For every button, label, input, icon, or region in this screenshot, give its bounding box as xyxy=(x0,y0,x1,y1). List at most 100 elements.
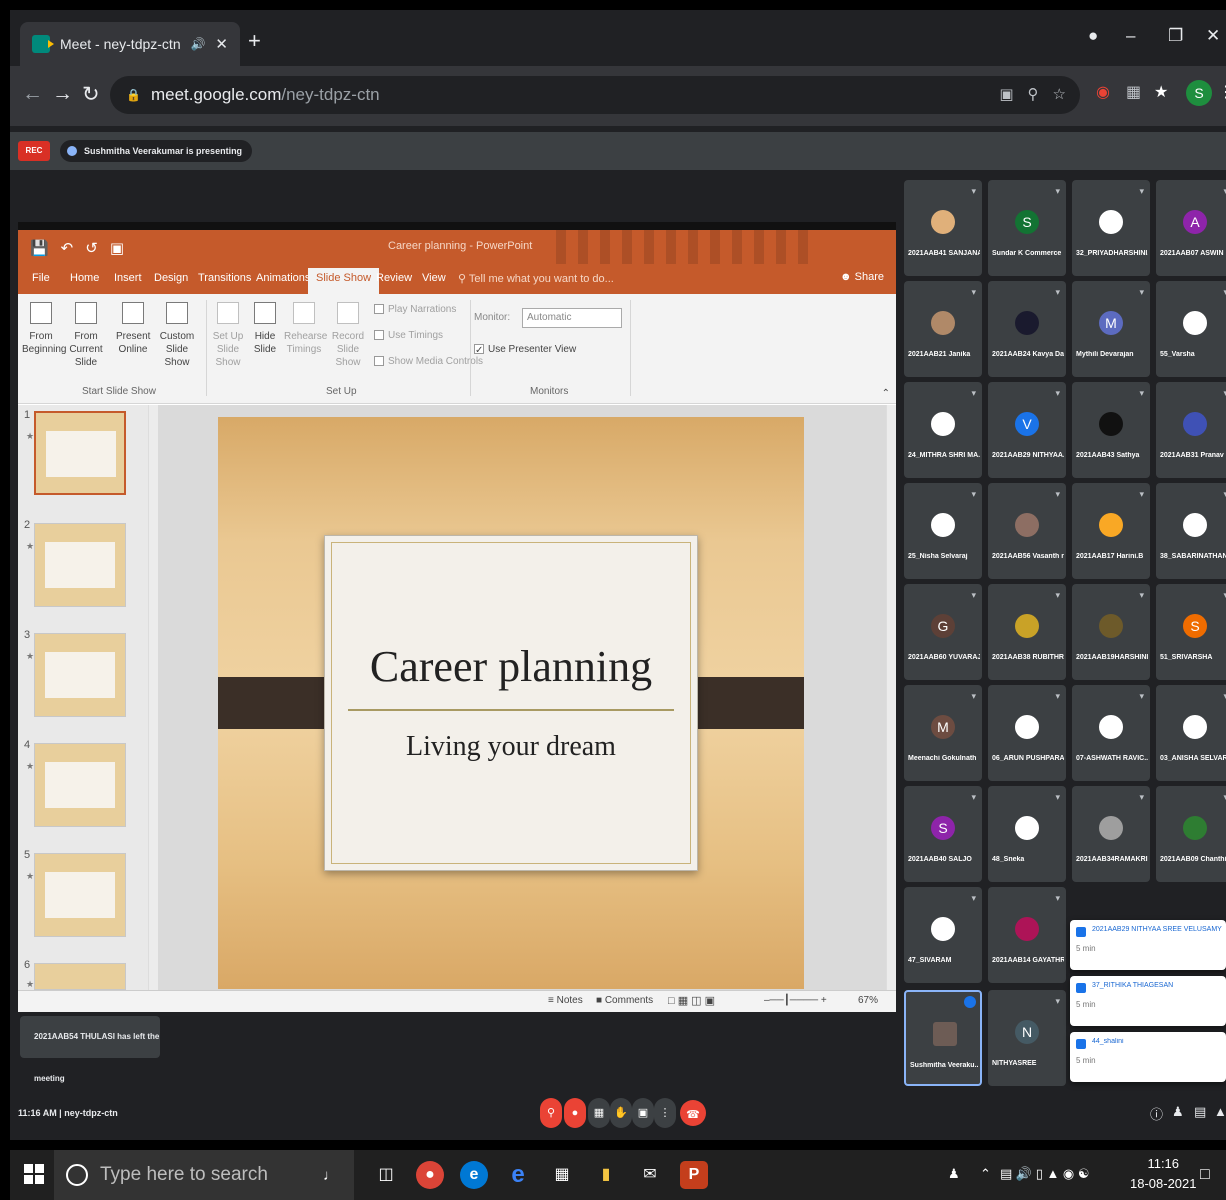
participant-tile[interactable]: ▾ 2021AAB09 Chanthi... xyxy=(1156,786,1226,882)
meeting-details[interactable]: 11:16 AM | ney-tdpz-ctn xyxy=(18,1108,118,1118)
task-view-icon[interactable]: ◫ xyxy=(372,1161,400,1189)
notifications-icon[interactable]: □ xyxy=(1200,1166,1210,1184)
participant-tile[interactable]: ▾ 07-ASHWATH RAVIC... xyxy=(1072,685,1150,781)
microphone-icon[interactable]: ♩ xyxy=(323,1167,338,1184)
participant-tile[interactable]: ▾38_SABARINATHAN... xyxy=(1156,483,1226,579)
tab-review[interactable]: Review xyxy=(376,272,412,284)
monitor-select[interactable]: Automatic xyxy=(522,308,622,328)
participant-tile[interactable]: ▾ 2021AAB38 RUBITHR... xyxy=(988,584,1066,680)
tab-home[interactable]: Home xyxy=(70,272,99,284)
back-button[interactable]: ← xyxy=(22,82,43,106)
self-tile[interactable]: Sushmitha Veeraku... xyxy=(904,990,982,1086)
slide-thumbnail-6[interactable] xyxy=(34,963,126,990)
more-options-icon[interactable] xyxy=(964,996,976,1008)
restore-button[interactable]: ❐ xyxy=(1168,26,1183,46)
extension-record-icon[interactable]: ◉ xyxy=(1096,82,1110,102)
activities-icon[interactable]: ▲ xyxy=(1214,1104,1226,1119)
present-now-button[interactable]: ▣ xyxy=(632,1098,654,1128)
set-up-slide-show-button[interactable]: Set Up Slide Show xyxy=(208,302,248,369)
participant-tile[interactable]: ▾ 48_Sneka xyxy=(988,786,1066,882)
participant-tile[interactable]: ▾ 55_Varsha xyxy=(1156,281,1226,377)
meeting-info-icon[interactable]: ⓘ xyxy=(1150,1104,1163,1123)
tab-transitions[interactable]: Transitions xyxy=(198,272,251,284)
raise-hand-button[interactable]: ✋ xyxy=(610,1098,632,1128)
participant-tile[interactable]: ▾ G 2021AAB60 YUVARAJ... xyxy=(904,584,982,680)
rehearse-timings-button[interactable]: Rehearse Timings xyxy=(284,302,327,356)
zoom-icon[interactable]: ⚲ xyxy=(1028,85,1039,103)
leave-call-button[interactable]: ☎ xyxy=(680,1100,706,1126)
tab-slide-show[interactable]: Slide Show xyxy=(308,268,380,294)
participant-tile[interactable]: ▾ 2021AAB17 Harini.B xyxy=(1072,483,1150,579)
thumbnails-scrollbar[interactable] xyxy=(148,405,158,990)
participant-tile[interactable]: ▾ 24_MITHRA SHRI MA... xyxy=(904,382,982,478)
zoom-slider[interactable]: –──┃──── + xyxy=(764,995,827,1006)
cortana-icon[interactable] xyxy=(66,1164,88,1186)
chat-popup[interactable]: 44_shalini 5 min xyxy=(1070,1032,1226,1082)
from-beginning-button[interactable]: From Beginning xyxy=(22,302,66,356)
captions-button[interactable]: ▦ xyxy=(588,1098,610,1128)
taskbar-search[interactable]: Type here to search ♩ xyxy=(54,1150,354,1200)
browser-tab[interactable]: Meet - ney-tdpz-ctn 🔊 ✕ xyxy=(20,22,240,66)
participant-tile[interactable]: ▾ 2021AAB56 Vasanth r... xyxy=(988,483,1066,579)
bookmark-star-icon[interactable]: ☆ xyxy=(1053,85,1066,103)
tab-view[interactable]: View xyxy=(422,272,446,284)
participant-tile[interactable]: ▾ S 2021AAB40 SALJO xyxy=(904,786,982,882)
forward-button[interactable]: → xyxy=(52,82,73,106)
present-online-button[interactable]: Present Online xyxy=(116,302,150,356)
slide-subtitle[interactable]: Living your dream xyxy=(332,731,690,763)
tab-animations[interactable]: Animations xyxy=(256,272,310,284)
extension-puzzle-icon[interactable]: ▦ xyxy=(1126,82,1141,102)
participant-tile[interactable]: ▾ 2021AAB21 Janika xyxy=(904,281,982,377)
participant-tile[interactable]: ▾ 32_PRIYADHARSHINI... xyxy=(1072,180,1150,276)
slide-thumbnail-5[interactable] xyxy=(34,853,126,937)
participant-tile[interactable]: ▾ 2021AAB14 GAYATHR... xyxy=(988,887,1066,983)
use-timings-checkbox[interactable]: Use Timings xyxy=(374,330,443,341)
zoom-level[interactable]: 67% xyxy=(858,995,878,1006)
chat-popup[interactable]: 2021AAB29 NITHYAA SREE VELUSAMY 5 min xyxy=(1070,920,1226,970)
powerpoint-icon[interactable]: P xyxy=(680,1161,708,1189)
audio-playing-icon[interactable]: 🔊 xyxy=(190,37,205,51)
chrome-menu-icon[interactable]: ⋮ xyxy=(1218,82,1226,102)
store-icon[interactable]: ▦ xyxy=(548,1161,576,1189)
open-in-app-icon[interactable]: ▣ xyxy=(999,85,1013,103)
participant-tile[interactable]: ▾ M Mythili Devarajan xyxy=(1072,281,1150,377)
slide-thumbnail-2[interactable] xyxy=(34,523,126,607)
participant-tile[interactable]: ▾ S Sundar K Commerce xyxy=(988,180,1066,276)
more-options-button[interactable]: ⋮ xyxy=(654,1098,676,1128)
mic-off-button[interactable]: ⚲ xyxy=(540,1098,562,1128)
participant-tile[interactable]: ▾ S 51_SRIVARSHA xyxy=(1156,584,1226,680)
close-window-button[interactable]: ✕ xyxy=(1206,26,1220,46)
participant-tile[interactable]: ▾ 2021AAB41 SANJANA xyxy=(904,180,982,276)
tell-me-search[interactable]: ⚲ Tell me what you want to do... xyxy=(458,272,614,285)
participant-tile[interactable]: ▾ 2021AAB43 Sathya xyxy=(1072,382,1150,478)
use-presenter-view-checkbox[interactable]: ✓ Use Presenter View xyxy=(474,344,576,356)
participant-tile[interactable]: ▾ 2021AAB19HARSHINI... xyxy=(1072,584,1150,680)
from-current-button[interactable]: From Current Slide xyxy=(64,302,108,369)
tab-file[interactable]: File xyxy=(32,272,50,284)
participant-tile[interactable]: ▾ N NITHYASREE xyxy=(988,990,1066,1086)
taskbar-clock[interactable]: 11:16 18-08-2021 xyxy=(1130,1154,1197,1194)
participant-tile[interactable]: ▾ A 2021AAB07 ASWIN xyxy=(1156,180,1226,276)
file-explorer-icon[interactable]: ▮ xyxy=(592,1161,620,1189)
participant-tile[interactable]: ▾03_ANISHA SELVARAJ xyxy=(1156,685,1226,781)
slide-thumbnail-3[interactable] xyxy=(34,633,126,717)
show-hidden-icons[interactable]: ⌃ xyxy=(980,1166,991,1182)
participant-tile[interactable]: ▾ M Meenachi Gokulnath xyxy=(904,685,982,781)
chrome-icon[interactable]: ● xyxy=(416,1161,444,1189)
tab-insert[interactable]: Insert xyxy=(114,272,142,284)
participant-tile[interactable]: ▾ 06_ARUN PUSHPARAJ xyxy=(988,685,1066,781)
tab-design[interactable]: Design xyxy=(154,272,188,284)
lock-icon[interactable]: 🔒 xyxy=(126,88,141,102)
mail-icon[interactable]: ✉ xyxy=(636,1161,664,1189)
play-narrations-checkbox[interactable]: Play Narrations xyxy=(374,304,456,315)
share-button[interactable]: ☻ Share xyxy=(840,271,884,283)
notes-button[interactable]: ≡ Notes xyxy=(548,995,583,1006)
comments-button[interactable]: ■ Comments xyxy=(596,995,653,1006)
slide-thumbnail-4[interactable] xyxy=(34,743,126,827)
extensions-icon[interactable]: ★ xyxy=(1154,82,1168,102)
people-icon[interactable]: ♟ xyxy=(1172,1104,1184,1120)
reload-button[interactable]: ↻ xyxy=(82,82,100,107)
record-slide-show-button[interactable]: Record Slide Show xyxy=(326,302,370,369)
slide-thumbnail-1[interactable] xyxy=(34,411,126,495)
participant-tile[interactable]: ▾ V 2021AAB29 NITHYAA... xyxy=(988,382,1066,478)
